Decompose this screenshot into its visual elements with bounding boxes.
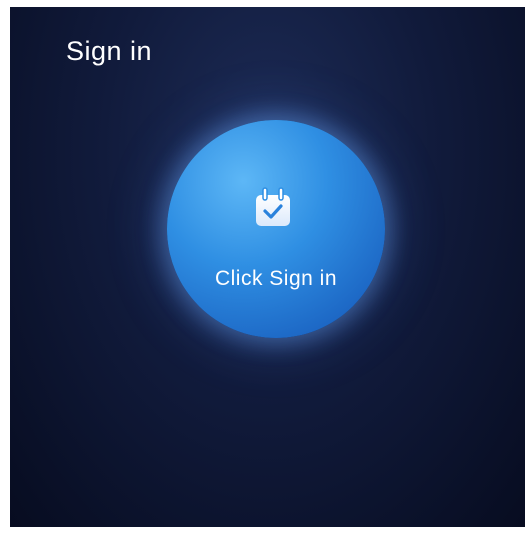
sign-in-screen: Sign in Click Sign in — [10, 7, 525, 527]
calendar-check-icon — [247, 183, 299, 233]
click-sign-in-button[interactable]: Click Sign in — [167, 120, 385, 338]
sign-in-button-label: Click Sign in — [214, 267, 338, 290]
page-title: Sign in — [66, 36, 153, 66]
